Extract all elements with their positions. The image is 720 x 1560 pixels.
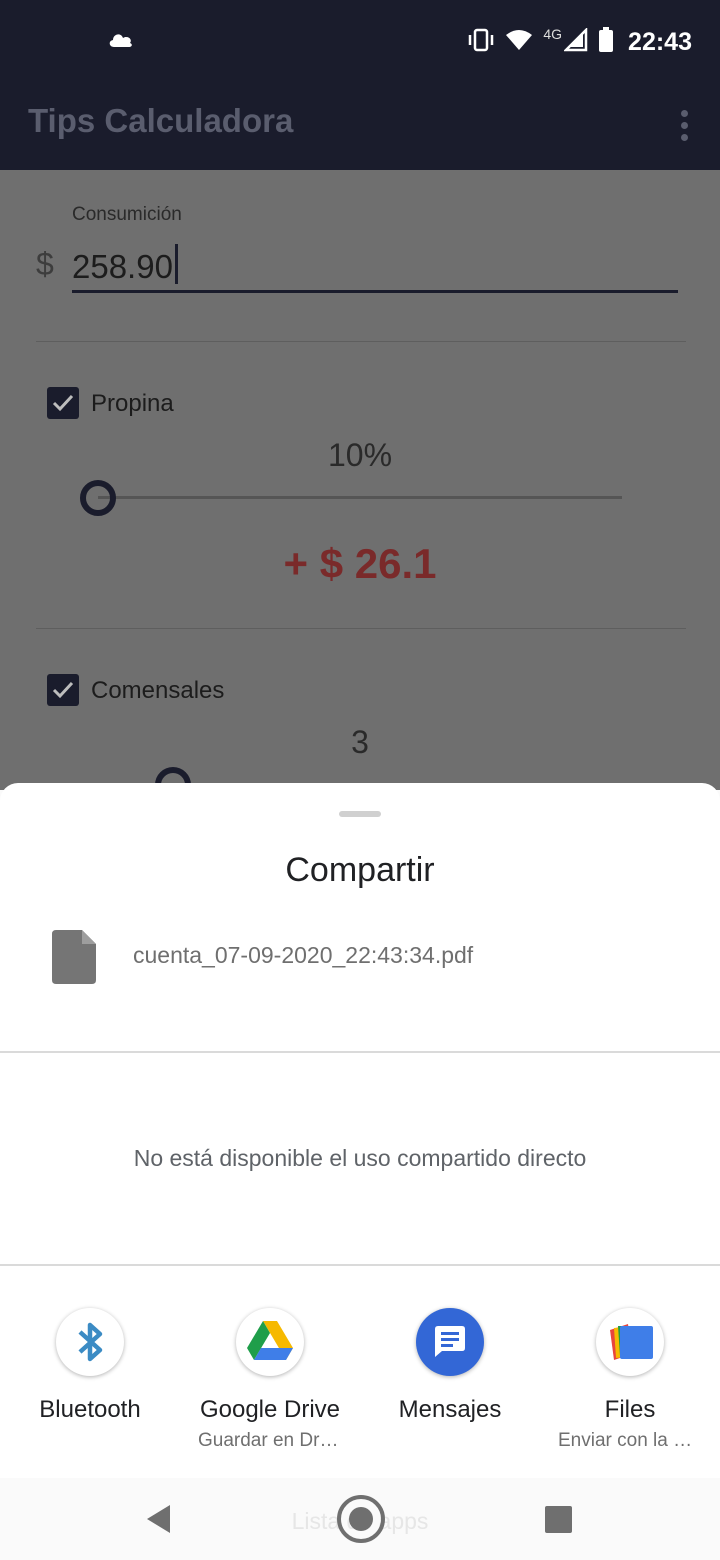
share-target-google-drive[interactable]: Google Drive Guardar en Drive <box>180 1308 360 1478</box>
share-target-label: Files <box>604 1396 656 1423</box>
currency-symbol: $ <box>36 246 54 282</box>
consumption-label: Consumición <box>72 204 182 225</box>
text-cursor <box>174 244 178 284</box>
share-target-messages[interactable]: Mensajes <box>360 1308 540 1478</box>
file-icon <box>52 930 96 989</box>
shared-file-name: cuenta_07-09-2020_22:43:34.pdf <box>133 942 474 968</box>
share-sheet: Compartir cuenta_07-09-2020_22:43:34.pdf… <box>0 783 720 1560</box>
status-bar: 4G 22:43 <box>0 0 720 84</box>
app-bar: Tips Calculadora <box>0 84 720 170</box>
files-icon <box>596 1308 664 1376</box>
share-target-files[interactable]: Files Enviar con la app <box>540 1308 720 1478</box>
divider <box>0 1264 720 1266</box>
clock: 22:43 <box>628 27 692 56</box>
share-target-subtitle: Enviar con la app <box>558 1430 705 1451</box>
share-target-subtitle: Guardar en Drive <box>198 1430 344 1451</box>
more-vert-icon[interactable] <box>674 106 694 146</box>
messages-icon <box>416 1308 484 1376</box>
calculator-form: Consumición $ 258.90 Propina 10% + $ 26.… <box>0 170 720 803</box>
diners-count: 3 <box>351 724 369 760</box>
share-targets: Bluetooth Google Drive Guardar en Drive … <box>0 1308 720 1478</box>
no-direct-share-message: No está disponible el uso compartido dir… <box>133 1145 587 1171</box>
bluetooth-icon <box>56 1308 124 1376</box>
vibrate-icon <box>467 28 495 57</box>
share-target-label: Mensajes <box>398 1396 502 1423</box>
navigation-bar: Lista de apps <box>0 1478 720 1560</box>
input-underline <box>72 290 678 293</box>
divider <box>0 1051 720 1053</box>
tip-percent: 10% <box>327 437 393 473</box>
cloud-icon <box>108 30 134 53</box>
tip-slider-track[interactable] <box>98 496 622 499</box>
share-title: Compartir <box>285 851 435 889</box>
share-target-label: Bluetooth <box>39 1396 141 1423</box>
tip-label: Propina <box>91 390 174 417</box>
consumption-input[interactable]: 258.90 <box>72 244 178 286</box>
drag-handle[interactable] <box>339 811 381 817</box>
signal-icon <box>563 26 588 57</box>
diners-label: Comensales <box>91 677 225 704</box>
divider <box>36 341 686 342</box>
divider <box>36 628 686 629</box>
share-target-bluetooth[interactable]: Bluetooth <box>0 1308 180 1478</box>
tip-amount: + $ 26.1 <box>283 540 437 587</box>
share-target-label: Google Drive <box>199 1396 341 1423</box>
back-icon[interactable] <box>146 1504 172 1539</box>
google-drive-icon <box>236 1308 304 1376</box>
tip-slider-thumb[interactable] <box>80 480 116 516</box>
network-type: 4G <box>543 26 563 42</box>
home-icon[interactable] <box>335 1493 387 1550</box>
tip-checkbox[interactable] <box>47 387 79 419</box>
battery-icon <box>598 26 614 58</box>
wifi-icon <box>505 28 533 57</box>
recents-icon[interactable] <box>545 1506 572 1533</box>
app-title: Tips Calculadora <box>28 102 294 139</box>
consumption-value: 258.90 <box>72 248 173 285</box>
diners-checkbox[interactable] <box>47 674 79 706</box>
